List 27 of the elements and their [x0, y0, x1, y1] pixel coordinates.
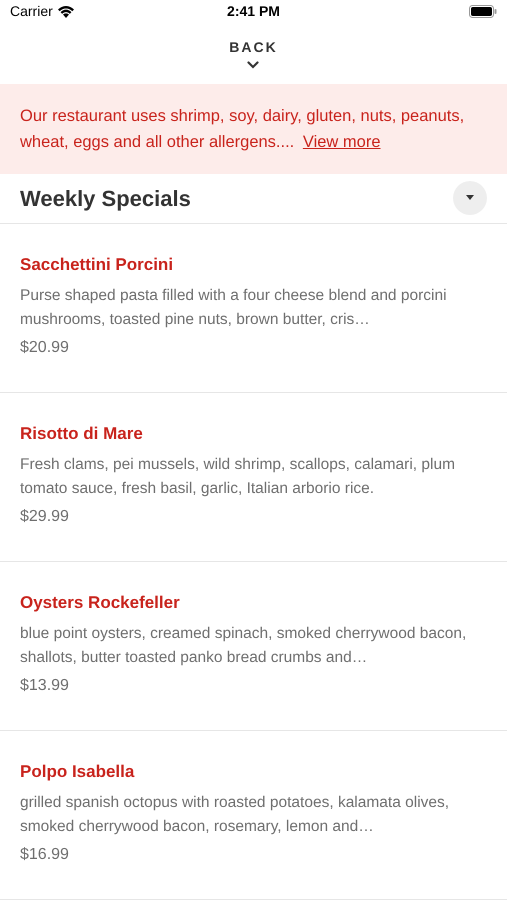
menu-item[interactable]: Sacchettini Porcini Purse shaped pasta filled with a four cheese blend and porcini mushrooms, toasted pine nuts, brown butter, cris… $20.99: [0, 224, 507, 393]
dish-description: grilled spanish octopus with roasted potatoes, kalamata olives, smoked cherrywood bacon, rosemary, lemon and…: [20, 793, 450, 837]
menu-item[interactable]: Risotto di Mare Fresh clams, pei mussels, wild shrimp, scallops, calamari, plum tomato sauce, fresh basil, garlic, Italian arborio rice. $29.99: [0, 393, 507, 562]
dish-description: blue point oysters, creamed spinach, smoked cherrywood bacon, shallots, butter toasted panko bread crumbs and…: [20, 624, 468, 668]
allergen-text: Our restaurant uses shrimp, soy, dairy, gluten, nuts, peanuts, wheat, eggs and all other allergens.... View more: [20, 106, 466, 153]
dish-price: $16.99: [20, 845, 70, 865]
clock-time: 2:41 PM: [227, 2, 280, 21]
menu-item[interactable]: Polpo Isabella grilled spanish octopus with roasted potatoes, kalamata olives, smoked cherrywood bacon, rosemary, lemon and… $16.99: [0, 731, 507, 900]
caret-icon: [466, 195, 474, 202]
dish-name: Risotto di Mare: [20, 423, 144, 445]
dish-price: $20.99: [20, 338, 70, 358]
dish-name: Oysters Rockefeller: [20, 592, 181, 614]
dish-description: Fresh clams, pei mussels, wild shrimp, scallops, calamari, plum tomato sauce, fresh basil, garlic, Italian arborio rice.: [20, 455, 456, 499]
section-title: Weekly Specials: [20, 184, 191, 213]
battery-icon: [468, 4, 497, 18]
dish-description: Purse shaped pasta filled with a four cheese blend and porcini mushrooms, toasted pine nuts, brown butter, cris…: [20, 286, 448, 330]
dish-price: $29.99: [20, 507, 70, 527]
wifi-icon: [56, 4, 75, 18]
dish-name: Sacchettini Porcini: [20, 254, 174, 276]
view-more-link[interactable]: View more: [302, 132, 381, 151]
menu-item[interactable]: Oysters Rockefeller blue point oysters, creamed spinach, smoked cherrywood bacon, shallots, butter toasted panko bread crumbs and… $13.99: [0, 562, 507, 731]
carrier-label: Carrier: [10, 2, 53, 21]
back-button[interactable]: BACK: [229, 36, 278, 69]
expand-button[interactable]: [453, 181, 487, 216]
chevron-down-icon: [247, 60, 260, 69]
dish-name: Polpo Isabella: [20, 761, 136, 783]
dish-price: $13.99: [20, 676, 70, 696]
